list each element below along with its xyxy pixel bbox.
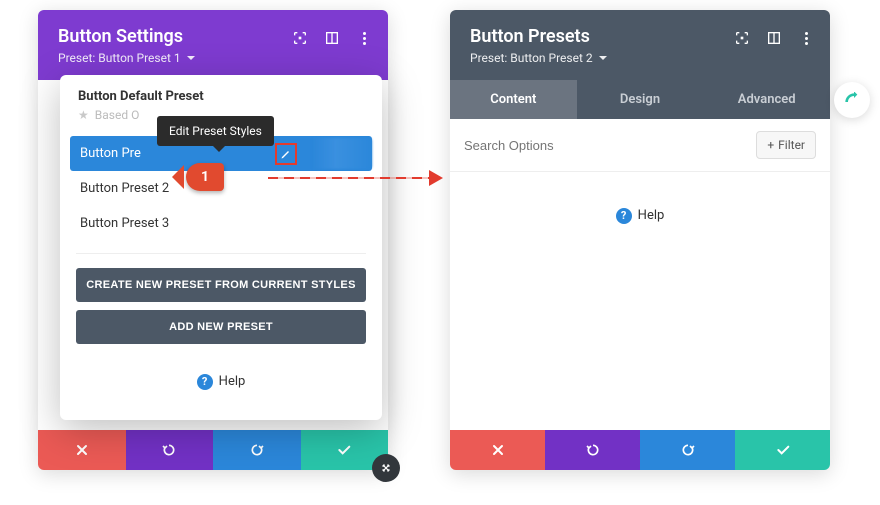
- filter-label: Filter: [778, 138, 805, 152]
- help-label: Help: [638, 208, 665, 223]
- divider: [76, 253, 366, 254]
- annotation-step-1: 1: [186, 163, 224, 191]
- chevron-down-icon: [599, 56, 607, 64]
- footer-actions: [38, 430, 388, 470]
- floating-action-button[interactable]: [834, 82, 870, 118]
- star-icon: ★: [78, 108, 89, 122]
- kebab-menu-icon[interactable]: [356, 30, 372, 46]
- help-icon: ?: [616, 208, 632, 224]
- tab-content[interactable]: Content: [450, 80, 577, 119]
- annotation-arrow: [268, 175, 443, 181]
- preset-selector-label: Preset: Button Preset 2: [470, 51, 593, 65]
- settings-header: Button Settings Preset: Button Preset 1: [38, 10, 388, 80]
- preset-item-label: Button Pre: [80, 146, 141, 161]
- tab-design[interactable]: Design: [577, 80, 704, 119]
- filter-button[interactable]: + Filter: [756, 131, 816, 159]
- resize-handle[interactable]: [372, 454, 400, 482]
- tab-advanced[interactable]: Advanced: [703, 80, 830, 119]
- redo-button[interactable]: [213, 430, 301, 470]
- help-icon: ?: [197, 374, 213, 390]
- preset-selector[interactable]: Preset: Button Preset 2: [470, 51, 607, 65]
- tooltip-edit-preset: Edit Preset Styles: [157, 116, 274, 146]
- header-actions: [734, 30, 814, 46]
- help-label: Help: [219, 374, 246, 389]
- popover-help-link[interactable]: ? Help: [60, 358, 382, 402]
- undo-button[interactable]: [545, 430, 640, 470]
- plus-icon: +: [767, 138, 774, 152]
- redo-button[interactable]: [640, 430, 735, 470]
- confirm-button[interactable]: [735, 430, 830, 470]
- kebab-menu-icon[interactable]: [798, 30, 814, 46]
- default-preset-title: Button Default Preset: [78, 89, 364, 104]
- focus-icon[interactable]: [292, 30, 308, 46]
- search-row: + Filter: [450, 119, 830, 172]
- preset-item-3[interactable]: Button Preset 3: [70, 206, 372, 241]
- cancel-button[interactable]: [38, 430, 126, 470]
- undo-button[interactable]: [126, 430, 214, 470]
- preset-selector-label: Preset: Button Preset 1: [58, 51, 181, 65]
- search-input[interactable]: [464, 138, 748, 153]
- add-preset-button[interactable]: ADD NEW PRESET: [76, 310, 366, 344]
- create-preset-button[interactable]: CREATE NEW PRESET FROM CURRENT STYLES: [76, 268, 366, 302]
- preset-item-actions-blur: [312, 138, 372, 169]
- presets-header: Button Presets Preset: Button Preset 2: [450, 10, 830, 80]
- cancel-button[interactable]: [450, 430, 545, 470]
- columns-icon[interactable]: [766, 30, 782, 46]
- footer-actions: [450, 430, 830, 470]
- tabs: Content Design Advanced: [450, 80, 830, 119]
- presets-panel: Button Presets Preset: Button Preset 2 C…: [450, 10, 830, 470]
- preset-selector[interactable]: Preset: Button Preset 1: [58, 51, 195, 65]
- based-on-text: Based O: [95, 108, 140, 122]
- focus-icon[interactable]: [734, 30, 750, 46]
- chevron-down-icon: [187, 56, 195, 64]
- edit-preset-icon[interactable]: [275, 143, 297, 165]
- header-actions: [292, 30, 372, 46]
- columns-icon[interactable]: [324, 30, 340, 46]
- help-link[interactable]: ? Help: [470, 192, 810, 236]
